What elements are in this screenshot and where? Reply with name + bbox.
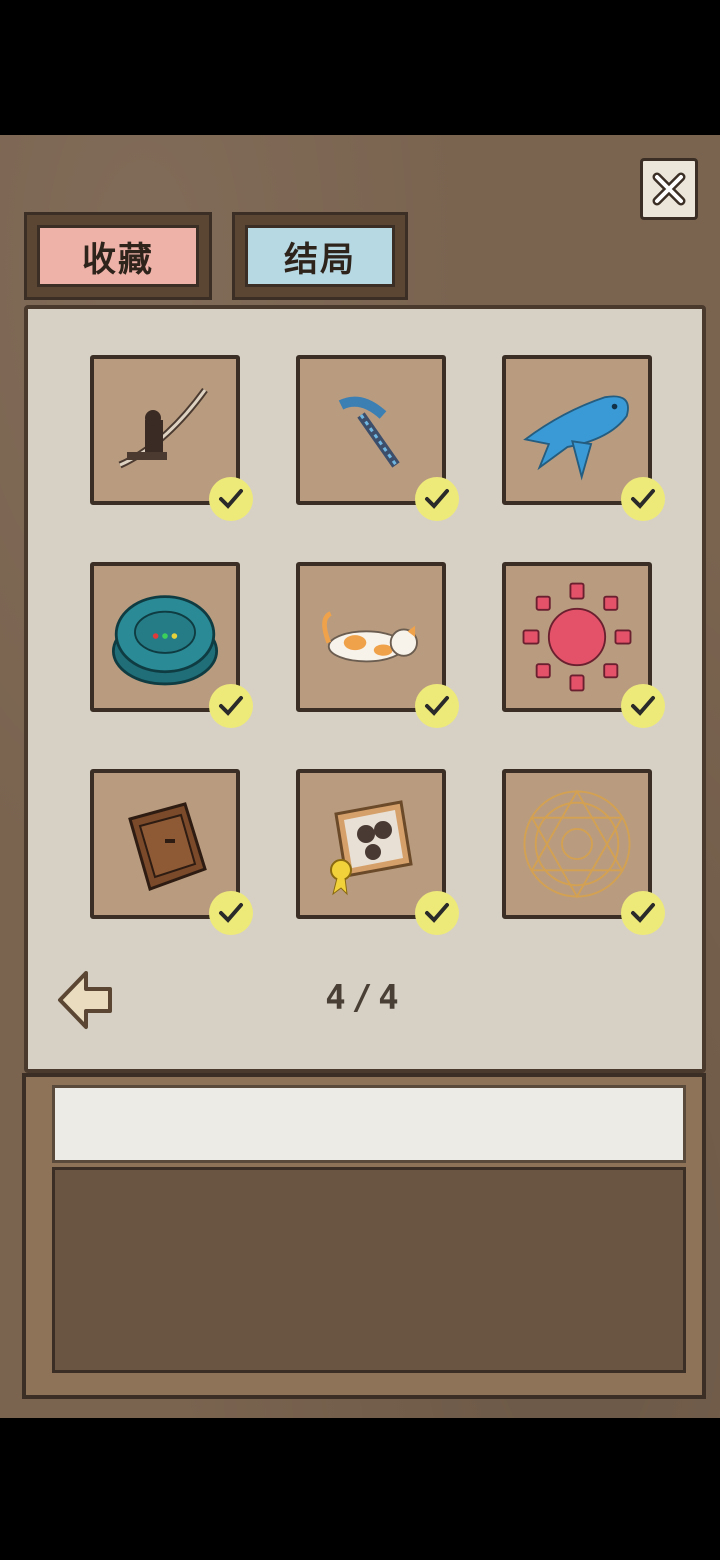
calico-cat-icon	[322, 611, 418, 663]
magic-circle-icon	[523, 789, 631, 899]
tab-collection-label: 收藏	[37, 225, 199, 287]
arrow-left-icon	[58, 971, 112, 1029]
blue-fish-icon	[523, 395, 629, 481]
robot-vacuum-icon	[111, 595, 219, 686]
previous-page-button[interactable]	[52, 965, 116, 1035]
checkmark-icon	[425, 489, 449, 509]
wooden-drawer-icon	[128, 802, 207, 891]
checkmark-icon	[219, 903, 243, 923]
item-title-box	[52, 1085, 686, 1163]
checkmark-icon	[425, 903, 449, 923]
collected-check	[209, 477, 253, 521]
close-icon	[652, 172, 686, 206]
sun-puzzle-icon	[522, 582, 632, 692]
checkmark-icon	[631, 903, 655, 923]
checkmark-icon	[219, 696, 243, 716]
checkmark-icon	[425, 696, 449, 716]
item-description-box	[52, 1167, 686, 1373]
tab-endings[interactable]: 结局	[232, 212, 408, 300]
collection-grid-panel	[24, 305, 706, 1073]
checkmark-icon	[631, 696, 655, 716]
item-description-panel	[22, 1073, 706, 1399]
collected-check	[415, 891, 459, 935]
collected-check	[621, 477, 665, 521]
collected-check	[621, 891, 665, 935]
pixel-pickaxe-icon	[338, 396, 400, 468]
collected-check	[415, 477, 459, 521]
tab-endings-label: 结局	[245, 225, 395, 287]
checkmark-icon	[219, 489, 243, 509]
collected-check	[415, 684, 459, 728]
page-indicator: 4/4	[325, 978, 405, 1018]
framed-photo-icon	[330, 800, 413, 896]
collected-check	[621, 684, 665, 728]
collected-check	[209, 891, 253, 935]
checkmark-icon	[631, 489, 655, 509]
tab-collection[interactable]: 收藏	[24, 212, 212, 300]
collected-check	[209, 684, 253, 728]
crossbow-icon	[118, 387, 208, 469]
close-button[interactable]	[640, 158, 698, 220]
